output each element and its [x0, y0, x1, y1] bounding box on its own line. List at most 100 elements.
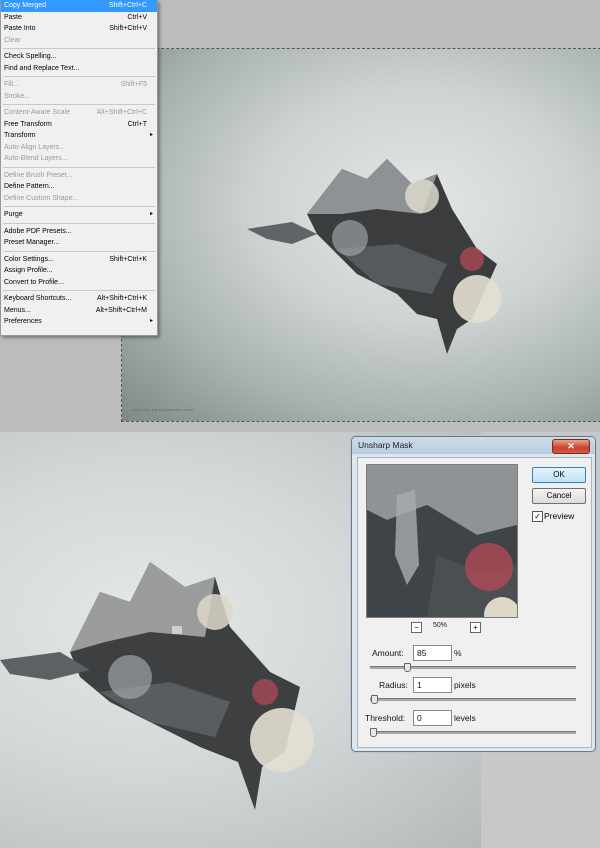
menu-item-label: Free Transform	[4, 120, 52, 128]
menu-item-stroke: Stroke...	[1, 91, 157, 103]
threshold-unit: levels	[454, 713, 476, 723]
menu-separator	[3, 104, 155, 105]
cancel-button[interactable]: Cancel	[532, 488, 586, 504]
threshold-slider[interactable]	[370, 728, 576, 737]
menu-item-label: Check Spelling...	[4, 53, 57, 60]
dialog-title: Unsharp Mask	[358, 440, 413, 450]
preview-window[interactable]	[366, 464, 518, 618]
menu-item-label: Convert to Profile...	[4, 278, 64, 286]
menu-item-label: Auto-Align Layers...	[4, 143, 66, 151]
amount-field[interactable]: 85	[413, 645, 452, 661]
amount-slider[interactable]	[370, 663, 576, 672]
menu-item-label: Auto-Blend Layers...	[4, 155, 68, 162]
radius-field[interactable]: 1	[413, 677, 452, 693]
preview-image	[367, 465, 517, 617]
menu-separator	[3, 250, 155, 252]
menu-separator	[3, 222, 155, 224]
menu-item-shortcut: Alt+Shift+Ctrl+M	[95, 306, 147, 314]
menu-item-define-custom-shape: Define Custom Shape...	[1, 193, 157, 205]
close-button[interactable]: ✕	[552, 439, 590, 454]
menu-item-copy-merged[interactable]: Copy Merged Shift+Ctrl+C	[1, 0, 157, 12]
menu-item-assign-profile[interactable]: Assign Profile...	[1, 265, 157, 277]
menu-item-label: Stroke...	[4, 92, 31, 100]
menu-item-adobe-pdf-presets[interactable]: Adobe PDF Presets...	[1, 226, 157, 238]
menu-item-shortcut: Shift+Ctrl+C	[108, 2, 147, 9]
menu-item-shortcut: Shift+F5	[120, 81, 147, 88]
menu-item-label: Copy Merged	[4, 2, 47, 9]
menu-item-label: Purge	[4, 211, 23, 218]
submenu-arrow-icon: ▸	[149, 318, 153, 324]
threshold-label: Threshold:	[365, 713, 406, 723]
amount-slider-thumb[interactable]	[404, 663, 411, 672]
zoom-in-button[interactable]: +	[470, 622, 481, 633]
menu-item-find-and-replace-text[interactable]: Find and Replace Text...	[1, 63, 157, 75]
menu-item-shortcut: Shift+Ctrl+K	[109, 255, 147, 263]
menu-item-convert-to-profile[interactable]: Convert to Profile...	[1, 277, 157, 289]
menu-item-preset-manager[interactable]: Preset Manager...	[1, 237, 157, 249]
menu-item-define-brush-preset: Define Brush Preset...	[1, 170, 157, 182]
menu-item-purge[interactable]: Purge ▸	[1, 209, 157, 221]
preview-checkbox[interactable]: ✓	[532, 511, 543, 522]
menu-item-auto-blend-layers: Auto-Blend Layers...	[1, 153, 157, 165]
menu-item-label: Clear	[4, 36, 21, 44]
edit-menu[interactable]: Copy Merged Shift+Ctrl+C Paste Ctrl+V Paste …	[0, 0, 158, 336]
close-icon: ✕	[567, 441, 575, 451]
menu-item-label: Preferences	[4, 318, 42, 325]
menu-item-transform[interactable]: Transform ▸	[1, 130, 157, 142]
menu-item-menus[interactable]: Menus... Alt+Shift+Ctrl+M	[1, 305, 157, 317]
menu-item-keyboard-shortcuts[interactable]: Keyboard Shortcuts... Alt+Shift+Ctrl+K	[1, 293, 157, 305]
amount-label: Amount:	[372, 648, 404, 658]
canvas-credit-text: CHILLING ON A SLEEPING GIANT	[133, 408, 195, 412]
ok-button[interactable]: OK	[532, 467, 586, 483]
menu-item-label: Paste Into	[4, 25, 36, 32]
menu-item-label: Define Custom Shape...	[4, 194, 79, 202]
mountain-collage-bottom	[0, 552, 330, 812]
threshold-slider-thumb[interactable]	[370, 728, 377, 737]
menu-item-shortcut: Ctrl+V	[127, 13, 147, 21]
menu-separator	[3, 290, 155, 291]
menu-item-label: Find and Replace Text...	[4, 64, 80, 72]
menu-item-label: Define Pattern...	[4, 183, 55, 190]
menu-item-label: Assign Profile...	[4, 267, 53, 274]
menu-item-label: Fill...	[4, 81, 19, 88]
menu-item-label: Color Settings...	[4, 255, 54, 263]
radius-unit: pixels	[454, 680, 476, 690]
bottom-workspace: Unsharp Mask ✕ OK Cancel ✓ Preview − 50%…	[0, 432, 600, 848]
radius-slider-thumb[interactable]	[371, 695, 378, 704]
menu-item-auto-align-layers: Auto-Align Layers...	[1, 142, 157, 154]
menu-item-label: Menus...	[4, 306, 31, 314]
menu-item-label: Transform	[4, 132, 36, 139]
menu-item-fill: Fill... Shift+F5	[1, 79, 157, 91]
menu-item-shortcut: Alt+Shift+Ctrl+C	[96, 109, 147, 116]
menu-separator	[3, 206, 155, 207]
threshold-field[interactable]: 0	[413, 710, 452, 726]
mountain-collage-top	[247, 154, 507, 354]
checkmark-icon: ✓	[534, 512, 541, 521]
radius-slider[interactable]	[370, 695, 576, 704]
preview-label: Preview	[544, 511, 575, 521]
menu-item-shortcut: Alt+Shift+Ctrl+K	[97, 295, 147, 302]
menu-separator	[3, 166, 155, 168]
menu-item-color-settings[interactable]: Color Settings... Shift+Ctrl+K	[1, 254, 157, 266]
menu-item-preferences[interactable]: Preferences ▸	[1, 316, 157, 328]
menu-item-free-transform[interactable]: Free Transform Ctrl+T	[1, 119, 157, 131]
menu-item-content-aware-scale: Content-Aware Scale Alt+Shift+Ctrl+C	[1, 107, 157, 119]
document-canvas-top[interactable]: CHILLING ON A SLEEPING GIANT	[121, 48, 600, 422]
menu-item-shortcut: Ctrl+T	[127, 120, 147, 128]
submenu-arrow-icon: ▸	[149, 132, 153, 138]
minus-icon: −	[414, 623, 419, 632]
menu-item-check-spelling[interactable]: Check Spelling...	[1, 51, 157, 63]
zoom-out-button[interactable]: −	[411, 622, 422, 633]
menu-separator	[3, 48, 155, 49]
menu-item-label: Preset Manager...	[4, 239, 60, 246]
menu-item-shortcut: Shift+Ctrl+V	[109, 25, 147, 32]
menu-item-label: Define Brush Preset...	[4, 171, 73, 179]
menu-item-clear: Clear	[1, 35, 157, 47]
menu-item-paste-into[interactable]: Paste Into Shift+Ctrl+V	[1, 23, 157, 35]
menu-item-define-pattern[interactable]: Define Pattern...	[1, 181, 157, 193]
unsharp-mask-dialog: Unsharp Mask ✕ OK Cancel ✓ Preview − 50%…	[351, 436, 596, 752]
menu-item-label: Paste	[4, 13, 22, 21]
menu-item-paste[interactable]: Paste Ctrl+V	[1, 12, 157, 24]
dialog-titlebar[interactable]: Unsharp Mask ✕	[352, 437, 595, 454]
menu-item-label: Adobe PDF Presets...	[4, 227, 72, 235]
